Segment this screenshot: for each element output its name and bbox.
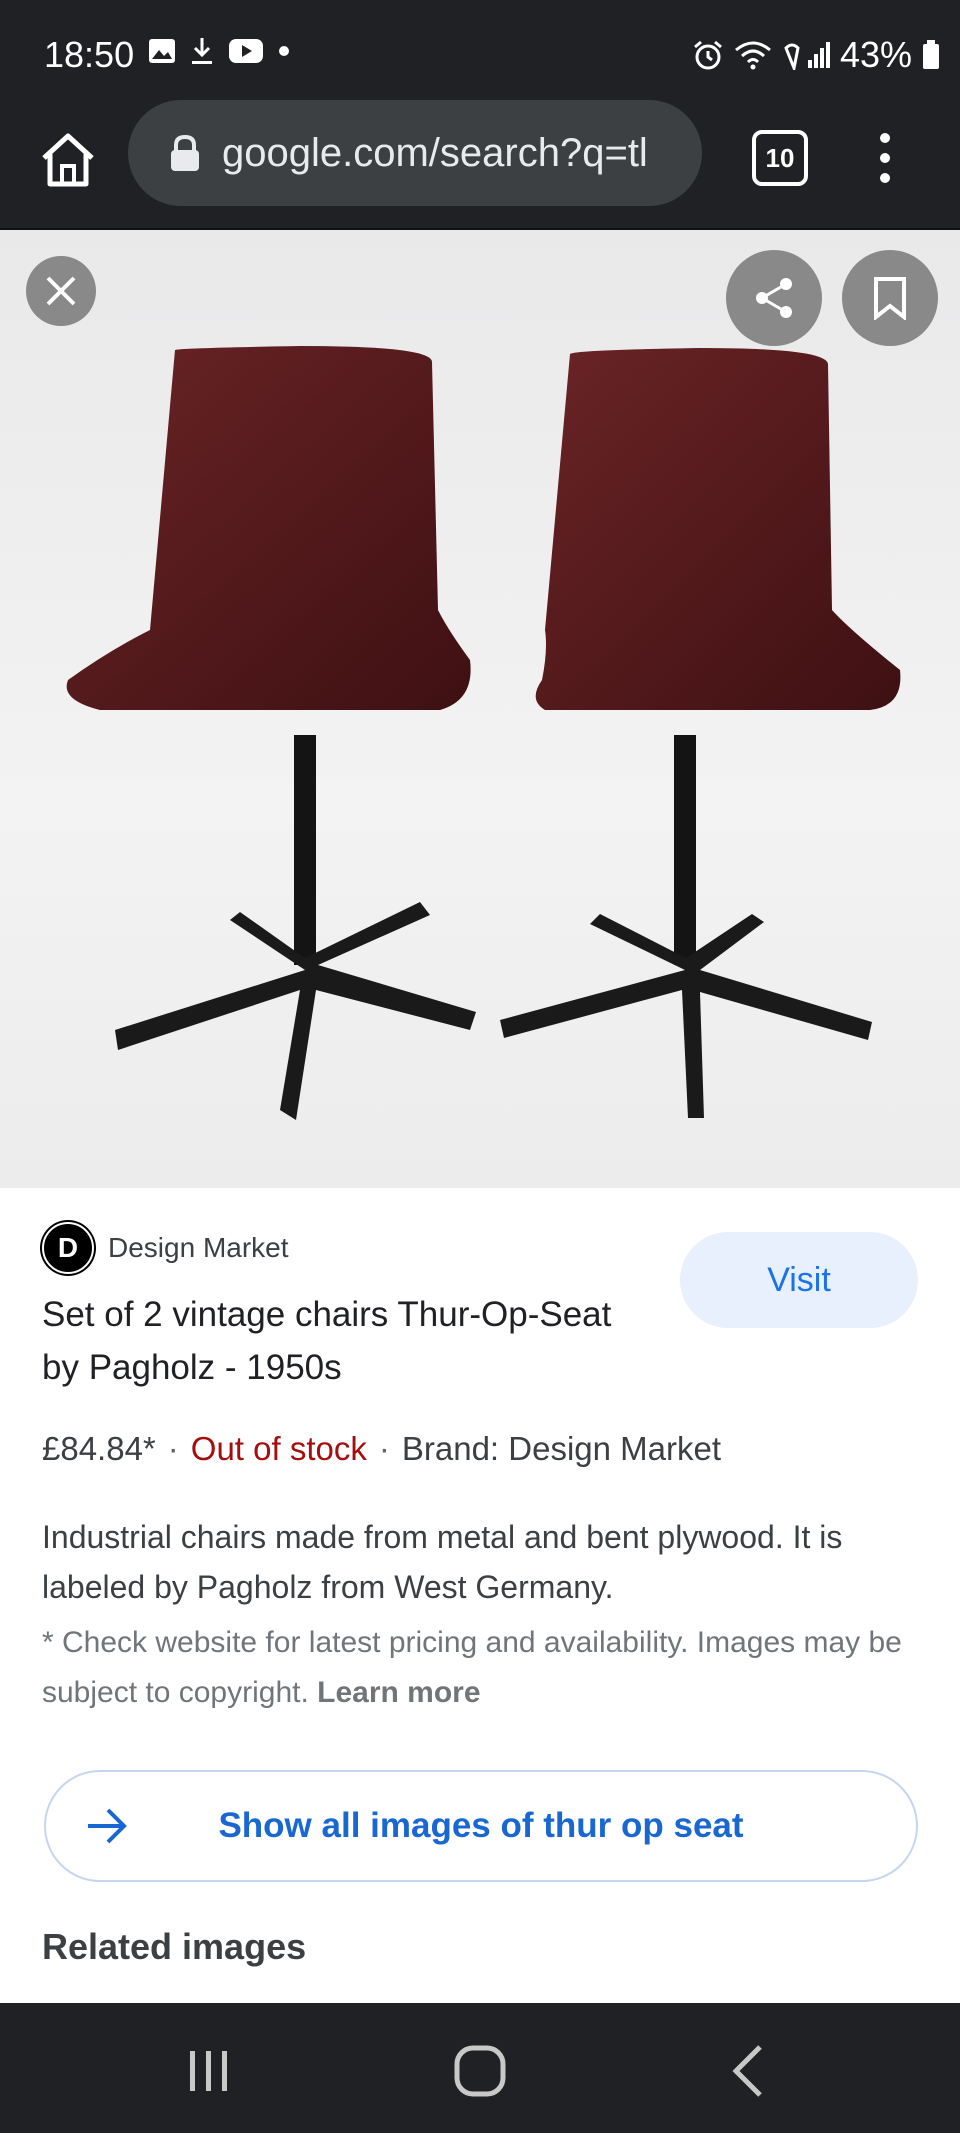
nav-home-icon[interactable] (454, 2045, 506, 2097)
show-all-label: Show all images of thur op seat (218, 1806, 744, 1845)
tab-switcher-button[interactable]: 10 (752, 130, 808, 186)
image-viewer (0, 230, 960, 1188)
bookmark-icon (874, 277, 906, 320)
product-title[interactable]: Set of 2 vintage chairs Thur-Op-Seat by … (42, 1288, 642, 1394)
tab-count: 10 (765, 142, 795, 173)
system-nav-bar (0, 2003, 960, 2133)
price: £84.84* (42, 1430, 156, 1467)
source-name: Design Market (108, 1232, 289, 1263)
product-image[interactable] (0, 230, 960, 1188)
notification-icons (148, 36, 290, 66)
related-images-heading: Related images (42, 1926, 307, 1967)
download-icon (192, 38, 212, 64)
menu-icon[interactable] (870, 128, 900, 188)
browser-toolbar: google.com/search?q=tl 10 (0, 100, 960, 230)
lock-icon (171, 134, 199, 171)
address-bar[interactable]: google.com/search?q=tl (128, 100, 702, 206)
battery-percentage: 43% (839, 34, 912, 75)
alarm-icon (693, 40, 722, 70)
status-time: 18:50 (44, 34, 135, 75)
close-button[interactable] (26, 256, 96, 326)
url-text: google.com/search?q=tl (222, 130, 648, 175)
youtube-icon (229, 39, 263, 63)
status-bar: 18:50 43% (0, 0, 960, 100)
disclaimer: * Check website for latest pricing and a… (42, 1618, 922, 1718)
product-description: Industrial chairs made from metal and be… (42, 1519, 843, 1605)
share-button[interactable] (726, 250, 822, 346)
battery-icon (923, 40, 939, 69)
home-icon[interactable] (38, 130, 98, 190)
signal-icon (784, 42, 830, 70)
separator-dot: · (167, 1430, 179, 1467)
dot-icon (279, 46, 289, 56)
wifi-icon (734, 41, 771, 70)
show-all-images-button[interactable]: Show all images of thur op seat (44, 1770, 918, 1882)
separator-dot: · (378, 1430, 390, 1467)
recent-apps-icon[interactable] (184, 2049, 234, 2093)
share-icon (756, 278, 792, 318)
arrow-right-icon (88, 1808, 127, 1844)
chair-left (66, 346, 476, 1120)
source-logo: D (42, 1222, 94, 1274)
source-row[interactable]: D Design Market (42, 1222, 289, 1274)
price-row: £84.84* · Out of stock · Brand: Design Marke… (42, 1430, 721, 1468)
visit-button[interactable]: Visit (680, 1232, 918, 1328)
stock-status: Out of stock (190, 1430, 367, 1467)
chair-right (500, 348, 901, 1118)
learn-more-link[interactable]: Learn more (317, 1676, 480, 1709)
back-icon[interactable] (728, 2043, 768, 2099)
close-icon (46, 276, 76, 306)
image-icon (149, 39, 175, 63)
system-icons: 43% (692, 34, 940, 76)
brand: Brand: Design Market (401, 1430, 721, 1467)
save-button[interactable] (842, 250, 938, 346)
